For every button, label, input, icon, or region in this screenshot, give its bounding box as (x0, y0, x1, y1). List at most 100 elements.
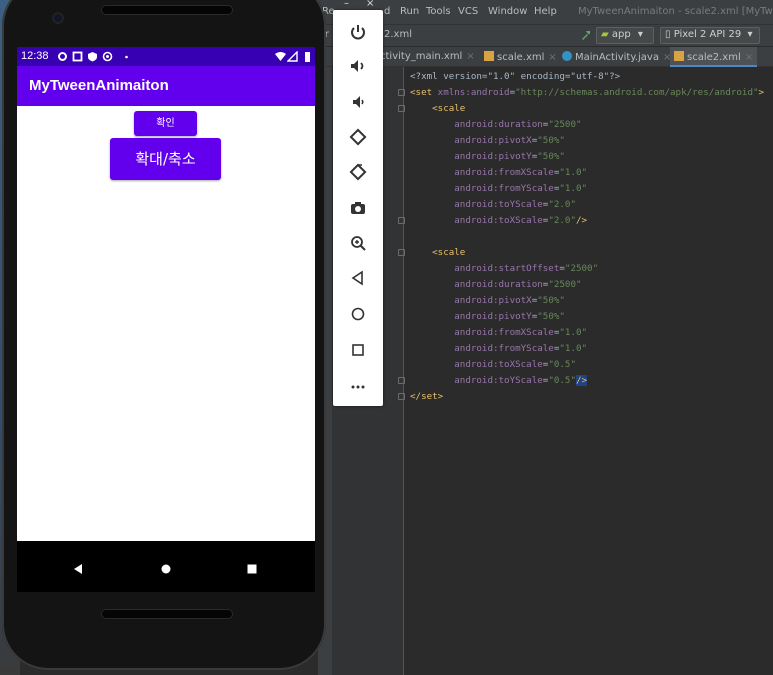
rotate-left-icon[interactable] (348, 127, 368, 147)
nav-overview-icon[interactable] (246, 560, 258, 579)
code-token: android:toXScale (454, 215, 543, 226)
scale-button[interactable]: 확대/축소 (110, 138, 221, 180)
menu-item-window[interactable]: Window (488, 6, 527, 17)
code-token: android:fromXScale (454, 167, 554, 178)
code-token: "2.0" (548, 215, 576, 226)
code-line[interactable]: android:startOffset="2500" (410, 261, 598, 277)
fold-marker-icon[interactable] (398, 105, 405, 112)
code-editor[interactable]: <?xml version="1.0" encoding="utf-8"?> <s… (405, 67, 773, 675)
navigation-bar (17, 541, 315, 592)
volume-down-icon[interactable] (348, 92, 368, 112)
menu-item-build[interactable]: d (384, 6, 390, 17)
xml-file-icon (674, 51, 684, 61)
code-token: android:duration (454, 119, 543, 130)
run-config-select[interactable]: ▰ app ▾ (596, 27, 654, 44)
overview-icon[interactable] (348, 340, 368, 360)
code-line[interactable]: android:fromYScale="1.0" (410, 181, 587, 197)
zoom-icon[interactable] (348, 233, 368, 253)
fold-marker-icon[interactable] (398, 89, 405, 96)
code-line[interactable]: android:fromXScale="1.0" (410, 165, 587, 181)
menu-item-run[interactable]: Run (400, 6, 419, 17)
code-token: android:pivotY (454, 151, 532, 162)
camera-icon[interactable] (348, 198, 368, 218)
back-icon[interactable] (348, 268, 368, 288)
device-icon: ▯ (665, 29, 671, 40)
menu-item-tools[interactable]: Tools (426, 6, 451, 17)
code-line[interactable]: android:pivotY="50%" (410, 149, 565, 165)
code-line[interactable]: android:fromXScale="1.0" (410, 325, 587, 341)
code-token: "1.0" (559, 183, 588, 194)
code-line[interactable]: android:fromYScale="1.0" (410, 341, 587, 357)
code-token: "50%" (537, 151, 565, 162)
code-token: "50%" (537, 295, 565, 306)
code-token: "2500" (564, 263, 599, 274)
fold-marker-icon[interactable] (398, 377, 405, 384)
build-hammer-icon[interactable] (580, 29, 592, 44)
chevron-down-icon: ▾ (747, 29, 753, 40)
code-token: "2500" (548, 119, 582, 130)
code-line[interactable]: android:pivotY="50%" (410, 309, 565, 325)
code-token: android:pivotY (454, 311, 532, 322)
toolbar-file-breadcrumb[interactable]: 2.xml (384, 29, 412, 40)
menu-item-help[interactable]: Help (534, 6, 557, 17)
close-icon[interactable]: × (548, 52, 556, 63)
code-line[interactable]: <scale (410, 245, 465, 261)
code-token: "1.0" (559, 327, 588, 338)
code-line[interactable]: android:duration="2500" (410, 277, 582, 293)
run-config-value: app (611, 29, 631, 40)
fold-marker-icon[interactable] (398, 393, 405, 400)
confirm-button[interactable]: 확인 (134, 111, 197, 136)
tab-scale[interactable]: scale.xml × (480, 47, 561, 67)
status-time: 12:38 (21, 50, 49, 62)
emulator-toolbar (333, 10, 383, 406)
code-line[interactable]: android:pivotX="50%" (410, 293, 565, 309)
editor-tab-bar: ctivity_main.xml × scale.xml × MainActivit… (318, 47, 773, 67)
android-icon: ▰ (601, 29, 609, 40)
code-line[interactable]: android:duration="2500" (410, 117, 582, 133)
code-line[interactable]: android:toXScale="0.5" (410, 357, 576, 373)
wifi-icon (275, 51, 286, 62)
tab-activity-main[interactable]: ctivity_main.xml × (376, 47, 479, 67)
nav-back-icon[interactable] (72, 560, 84, 579)
code-line[interactable]: <?xml version="1.0" encoding="utf-8"?> (410, 69, 620, 85)
chevron-down-icon: ▾ (637, 29, 643, 40)
close-icon[interactable]: × (466, 51, 474, 62)
front-camera-icon (54, 14, 62, 22)
more-icon[interactable] (348, 375, 368, 395)
code-token: <?xml version="1.0" encoding="utf-8"?> (410, 71, 621, 82)
code-token: "2500" (548, 279, 582, 290)
code-token: /> (576, 375, 588, 386)
code-token: "1.0" (559, 343, 588, 354)
window-title: MyTweenAnimaiton - scale2.xml [MyTweenA (578, 6, 773, 17)
code-token: android:toYScale (454, 199, 543, 210)
tab-main-activity[interactable]: MainActivity.java × (558, 47, 675, 67)
code-line[interactable]: <scale (410, 101, 465, 117)
fold-marker-icon[interactable] (398, 217, 405, 224)
power-icon[interactable] (348, 22, 368, 42)
home-icon[interactable] (348, 304, 368, 324)
code-line[interactable]: </set> (410, 389, 443, 405)
code-line[interactable]: android:toYScale="0.5"/> (410, 373, 588, 389)
code-line[interactable]: android:pivotX="50%" (410, 133, 565, 149)
minimize-button[interactable]: – (344, 0, 349, 9)
code-line[interactable]: android:toYScale="2.0" (410, 197, 576, 213)
rotate-right-icon[interactable] (348, 162, 368, 182)
nav-home-icon[interactable] (160, 560, 172, 579)
code-token: /> (576, 215, 588, 226)
close-icon[interactable]: × (745, 52, 753, 63)
code-line[interactable]: android:toXScale="2.0"/> (410, 213, 587, 229)
device-select[interactable]: ▯ Pixel 2 API 29 ▾ (660, 27, 760, 44)
close-button[interactable]: × (366, 0, 374, 9)
code-line[interactable]: <set xmlns:android="http://schemas.andro… (410, 85, 764, 101)
code-token: </set> (410, 391, 444, 402)
menu-item-vcs[interactable]: VCS (458, 6, 478, 17)
fold-marker-icon[interactable] (398, 249, 405, 256)
volume-up-icon[interactable] (348, 56, 368, 76)
tab-scale2[interactable]: scale2.xml × (670, 47, 758, 67)
